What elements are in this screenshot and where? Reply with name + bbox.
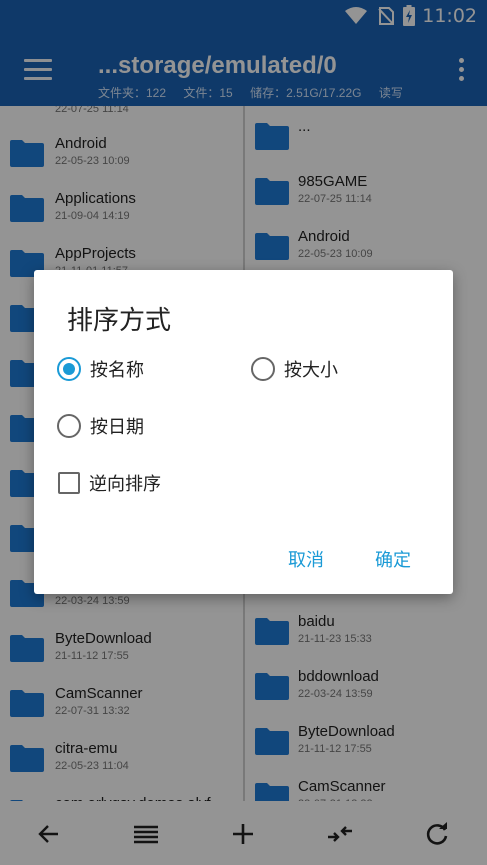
sort-by-date-option[interactable]: 按日期: [57, 411, 144, 441]
reverse-sort-label: 逆向排序: [89, 474, 161, 495]
cancel-button[interactable]: 取消: [288, 546, 324, 572]
radio-by-size[interactable]: [251, 357, 275, 381]
sort-by-size-label: 按大小: [284, 360, 338, 381]
sort-by-date-label: 按日期: [90, 417, 144, 438]
sort-by-name-label: 按名称: [90, 360, 144, 381]
radio-by-name[interactable]: [57, 357, 81, 381]
sort-by-name-option[interactable]: 按名称: [57, 354, 144, 384]
sort-dialog: 排序方式 按名称 按大小 按日期 逆向排序 取消 确定: [34, 270, 453, 594]
sort-by-size-option[interactable]: 按大小: [251, 354, 338, 384]
radio-by-date[interactable]: [57, 414, 81, 438]
reverse-sort-checkbox[interactable]: [58, 472, 80, 494]
ok-button[interactable]: 确定: [375, 546, 411, 572]
reverse-sort-option[interactable]: 逆向排序: [58, 468, 161, 498]
dialog-title: 排序方式: [67, 306, 172, 336]
